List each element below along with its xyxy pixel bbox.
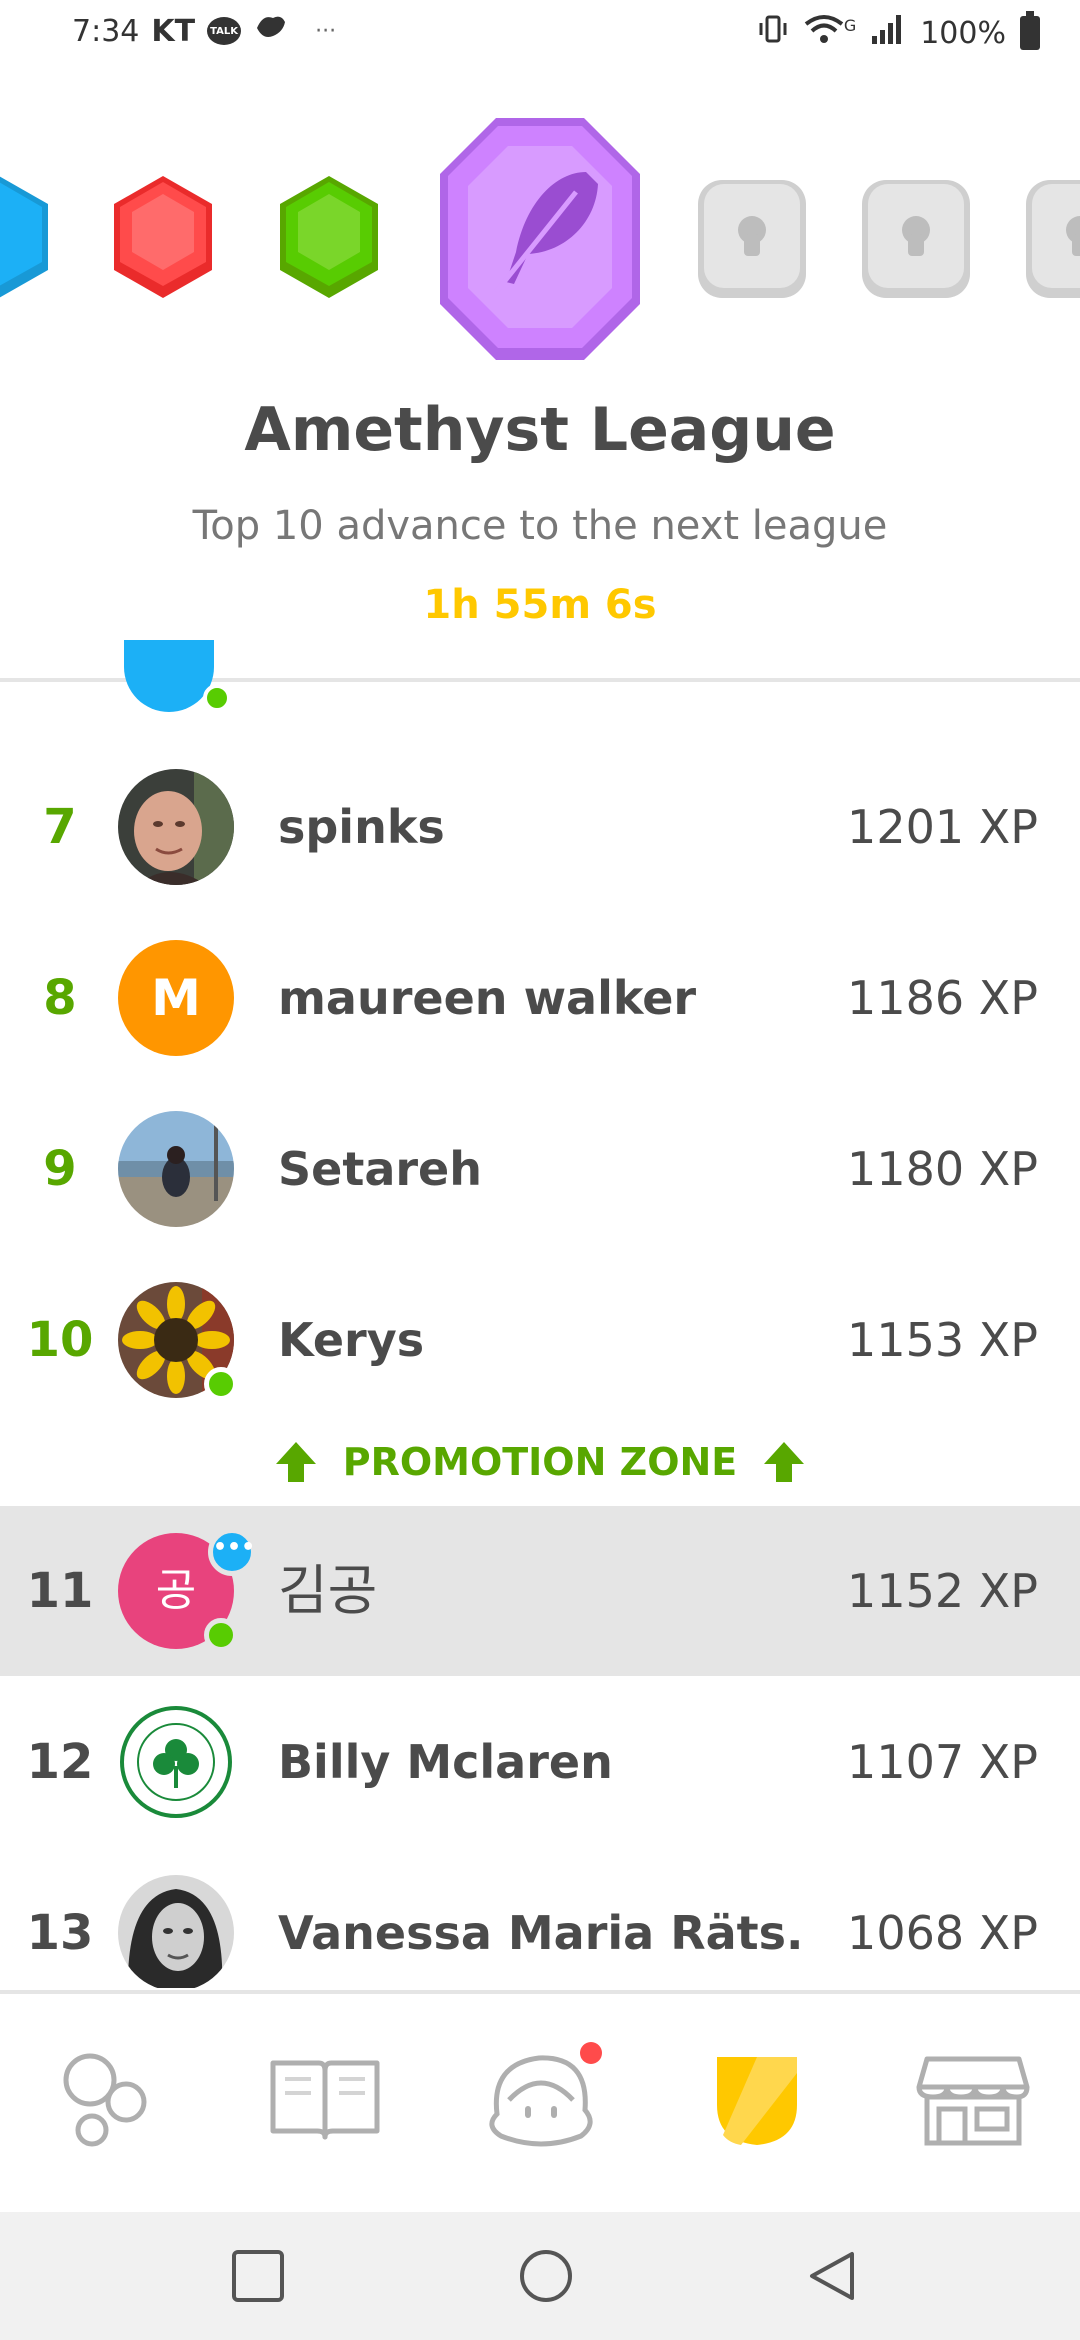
talk-icon: TALK [207, 17, 242, 45]
row-rank: 10 [26, 1312, 94, 1368]
shield-icon [717, 2057, 797, 2145]
tab-profile[interactable] [476, 2034, 606, 2164]
row-rank: 9 [43, 1141, 77, 1197]
row-xp: 1152 XP [847, 1564, 1038, 1618]
home-button[interactable] [514, 2244, 578, 2308]
leaderboard-row[interactable]: 9 Setareh 1180 XP [0, 1084, 1080, 1254]
avatar: M [118, 940, 234, 1056]
sapphire-badge-icon [0, 172, 54, 302]
status-carrier: KT [151, 13, 196, 49]
book-icon [270, 2060, 380, 2140]
leaderboard-row-current-user[interactable]: 11 공 ••• 김공 1152 XP [0, 1506, 1080, 1676]
row-rank: 12 [26, 1734, 94, 1790]
row-xp: 1153 XP [847, 1313, 1038, 1367]
square-icon [232, 2250, 284, 2302]
battery-icon [1020, 11, 1040, 50]
row-username: Vanessa Maria Räts... [278, 1906, 808, 1960]
row-username: 김공 [278, 1559, 378, 1622]
row-username: Kerys [278, 1313, 425, 1367]
online-indicator [204, 1367, 238, 1401]
notification-bird-icon [253, 12, 289, 50]
leaderboard-row[interactable]: 7 spinks 1201 XP [0, 742, 1080, 912]
tab-learn[interactable] [40, 2034, 170, 2164]
row-xp: 1180 XP [847, 1142, 1038, 1196]
signal-icon [870, 12, 906, 54]
locked-badge-icon [860, 178, 972, 300]
promotion-zone-label: PROMOTION ZONE [342, 1440, 738, 1484]
promotion-zone-divider: PROMOTION ZONE [0, 1434, 1080, 1494]
avatar [118, 769, 234, 885]
row-xp: 1107 XP [847, 1735, 1038, 1789]
tab-shop[interactable] [908, 2034, 1038, 2164]
back-button[interactable] [800, 2244, 864, 2308]
league-subtitle: Top 10 advance to the next league [192, 503, 888, 549]
amethyst-badge-icon [436, 112, 644, 366]
row-username: spinks [278, 800, 445, 854]
locked-badge-icon [696, 178, 808, 300]
row-rank: 11 [26, 1563, 94, 1619]
emerald-badge-icon [274, 172, 384, 302]
circle-icon [520, 2250, 572, 2302]
tab-leaderboards[interactable] [692, 2034, 822, 2164]
row-rank: 13 [26, 1905, 94, 1961]
status-bar: 7:34 KT TALK ··· G 100% [0, 0, 1080, 66]
system-nav-bar [0, 2212, 1080, 2340]
avatar[interactable] [124, 640, 214, 712]
avatar [118, 1704, 234, 1820]
row-xp: 1201 XP [847, 800, 1038, 854]
shop-icon [916, 2056, 1030, 2146]
leaderboard-row[interactable]: 12 Billy Mclaren 1107 XP [0, 1677, 1080, 1847]
battery-percent: 100% [920, 15, 1006, 51]
recents-button[interactable] [226, 2244, 290, 2308]
ruby-badge-icon [108, 172, 218, 302]
row-rank: 7 [43, 799, 77, 855]
chat-bubble-icon[interactable]: ••• [208, 1528, 256, 1576]
status-left: 7:34 KT TALK ··· [72, 12, 336, 50]
row-username: maureen walker [278, 971, 697, 1025]
avatar [118, 1875, 234, 1988]
tab-stories[interactable] [260, 2034, 390, 2164]
back-triangle-icon [810, 2252, 854, 2300]
leaderboard-row[interactable]: 13 Vanessa Maria Räts... 1068 XP [0, 1848, 1080, 1988]
notification-dot [580, 2042, 602, 2064]
bottom-tab-bar [0, 1994, 1080, 2212]
status-time: 7:34 [72, 13, 140, 49]
online-indicator [204, 1618, 238, 1652]
row-username: Billy Mclaren [278, 1735, 613, 1789]
row-xp: 1186 XP [847, 971, 1038, 1025]
row-username: Setareh [278, 1142, 482, 1196]
wifi-icon [804, 12, 844, 54]
locked-badge-icon [1024, 178, 1080, 300]
row-rank: 8 [43, 970, 77, 1026]
status-right: G 100% [756, 11, 1040, 54]
vibrate-icon [756, 12, 790, 54]
avatar [118, 1111, 234, 1227]
circles-icon [63, 2053, 147, 2147]
network-type: G [843, 15, 857, 35]
row-xp: 1068 XP [847, 1906, 1038, 1960]
leaderboard-row[interactable]: 8 M maureen walker 1186 XP [0, 913, 1080, 1083]
status-overflow: ··· [315, 18, 337, 44]
online-indicator [203, 684, 231, 712]
league-title: Amethyst League [244, 395, 836, 465]
arrow-up-icon [760, 1438, 808, 1486]
leaderboard-row[interactable]: 10 Kerys 1153 XP [0, 1255, 1080, 1425]
league-timer: 1h 55m 6s [423, 582, 657, 628]
